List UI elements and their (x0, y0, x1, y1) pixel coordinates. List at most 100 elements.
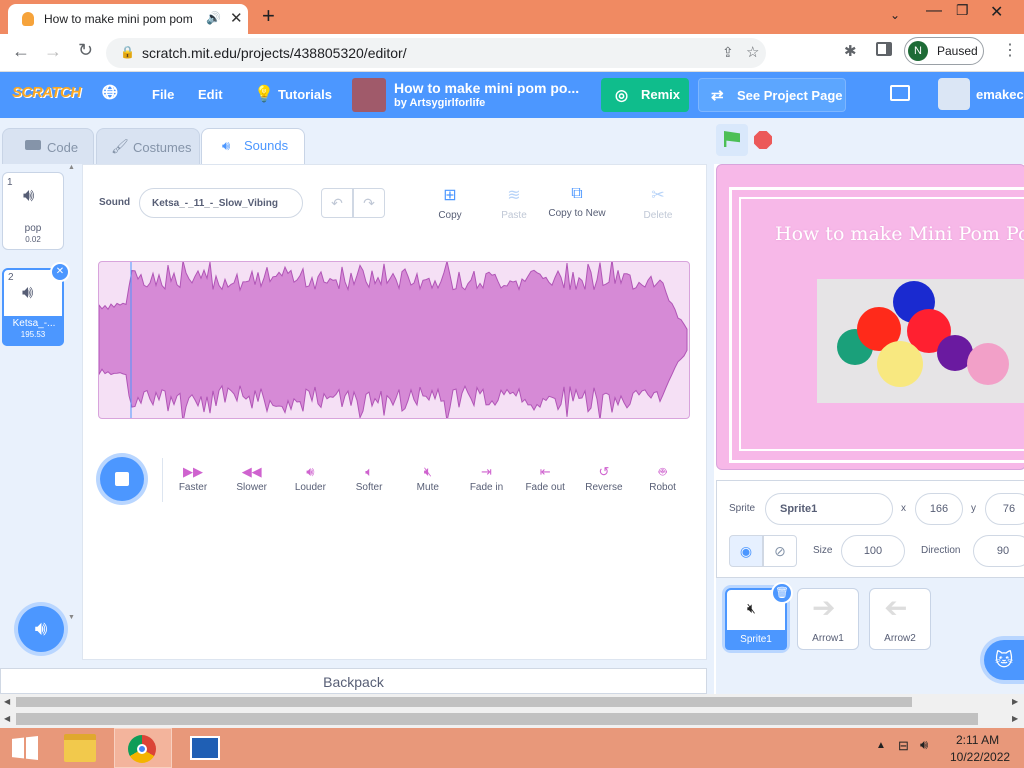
profile-button[interactable]: N Paused (904, 37, 984, 65)
tab-search-icon[interactable]: ⌄ (890, 8, 900, 22)
share-icon[interactable]: ⇪ (722, 44, 734, 61)
hide-button[interactable]: ⊘ (763, 535, 797, 567)
sprite-tile[interactable]: ➔ Arrow2 (869, 588, 931, 650)
sound-duration: 195.53 (20, 330, 46, 339)
show-button[interactable]: ◉ (729, 535, 763, 567)
chrome-icon-center (137, 744, 147, 754)
back-icon[interactable]: ← (12, 41, 30, 62)
maximize-icon[interactable]: ❐ (956, 2, 969, 19)
tab-costumes[interactable]: 🖌︎ Costumes (96, 128, 200, 164)
page-horizontal-scrollbar[interactable]: ◀ ▶ (0, 710, 1024, 728)
side-panel-icon[interactable] (876, 42, 892, 56)
waveform-display[interactable] (98, 261, 690, 419)
x-input[interactable]: 166 (915, 493, 963, 525)
file-explorer-icon[interactable] (64, 734, 96, 762)
project-title[interactable]: How to make mini pom po... (394, 80, 579, 96)
folder-icon[interactable] (890, 85, 910, 101)
remix-button[interactable]: ◎ Remix (601, 78, 689, 112)
copy-button[interactable]: ⊞ Copy (423, 185, 477, 225)
network-icon[interactable]: ⊟ (898, 738, 909, 754)
delete-sprite-icon[interactable]: 🗑︎ (771, 582, 793, 604)
redo-button[interactable]: ↷ (353, 188, 385, 218)
see-project-page-button[interactable]: ⇄ See Project Page (698, 78, 846, 112)
sprite-tile[interactable]: ➔ Arrow1 (797, 588, 859, 650)
windows-start-icon[interactable] (12, 736, 38, 760)
username[interactable]: emakece (976, 87, 1024, 102)
add-sprite-button[interactable]: 🐱︎ (984, 640, 1024, 680)
mail-icon[interactable] (190, 736, 220, 760)
undo-button[interactable]: ↶ (321, 188, 353, 218)
backpack-bar[interactable]: Backpack (0, 668, 707, 694)
sound-name-input[interactable]: Ketsa_-_11_-_Slow_Vibing (139, 188, 303, 218)
scratch-logo[interactable]: SCRATCH (12, 84, 81, 101)
bookmark-star-icon[interactable]: ☆ (746, 43, 759, 61)
browser-menu-icon[interactable]: ⋮ (1002, 40, 1018, 60)
faster-effect-button[interactable]: ▶▶ Faster (163, 462, 223, 493)
page-scroll-left-icon[interactable]: ◀ (4, 714, 10, 723)
speaker-icon: 🔊︎ (222, 138, 231, 153)
sprite-tile-selected[interactable]: 🔇︎ Sprite1 🗑︎ (725, 582, 793, 650)
pom-yellow (877, 341, 923, 387)
direction-input[interactable]: 90 (973, 535, 1024, 567)
delete-button[interactable]: ✂ Delete (631, 185, 685, 225)
tab-close-icon[interactable]: ✕ (230, 9, 243, 27)
green-flag-button[interactable] (716, 124, 748, 156)
softer-effect-button[interactable]: 🔈︎ Softer (339, 462, 399, 493)
scroll-left-icon[interactable]: ◀ (4, 697, 10, 706)
file-menu[interactable]: File (152, 87, 174, 102)
size-input[interactable]: 100 (841, 535, 905, 567)
sound-item-selected[interactable]: 2 🔊︎ Ketsa_-... 195.53 ✕ (2, 262, 70, 346)
list-scroll-up-icon[interactable]: ▲ (68, 164, 75, 171)
project-author[interactable]: by Artsygirlforlife (394, 97, 485, 109)
mute-effect-button[interactable]: 🔇︎ Mute (398, 462, 458, 493)
scroll-thumb[interactable] (16, 697, 912, 707)
sprite-name-input[interactable]: Sprite1 (765, 493, 893, 525)
page-scroll-thumb[interactable] (16, 713, 978, 725)
stop-button[interactable] (100, 457, 144, 501)
y-input[interactable]: 76 (985, 493, 1024, 525)
stage-canvas[interactable]: How to make Mini Pom Po (716, 164, 1024, 470)
sound-item[interactable]: 1 🔊︎ pop 0.02 (2, 172, 64, 250)
clock-time[interactable]: 2:11 AM (956, 733, 999, 747)
chrome-taskbar-button[interactable] (114, 728, 172, 768)
address-bar[interactable]: 🔒 scratch.mit.edu/projects/438805320/edi… (106, 38, 766, 68)
brush-icon: 🖌︎ (111, 138, 129, 154)
paste-button[interactable]: ≋ Paste (487, 185, 541, 225)
forward-icon[interactable]: → (44, 41, 62, 62)
list-scroll-down-icon[interactable]: ▼ (68, 614, 75, 621)
volume-icon[interactable]: 🔊︎ (920, 737, 928, 753)
delete-sound-icon[interactable]: ✕ (50, 262, 70, 282)
fade-out-effect-button[interactable]: ⇤ Fade out (515, 462, 575, 493)
size-label: Size (813, 545, 833, 556)
edit-menu[interactable]: Edit (198, 87, 223, 102)
browser-tab[interactable]: How to make mini pom pom 🔊 ✕ (8, 4, 248, 34)
copy-to-new-button[interactable]: ⧉ Copy to New (545, 185, 609, 225)
louder-effect-button[interactable]: 🔊︎ Louder (280, 462, 340, 493)
minimize-icon[interactable]: — (926, 2, 942, 20)
reverse-effect-button[interactable]: ↺ Reverse (574, 462, 634, 493)
robot-effect-button[interactable]: 🤖︎ Robot (633, 462, 693, 493)
clock-date[interactable]: 10/22/2022 (950, 750, 1010, 764)
tab-title: How to make mini pom pom (44, 12, 193, 26)
tab-code[interactable]: Code (2, 128, 94, 164)
tab-audio-icon[interactable]: 🔊 (206, 11, 221, 25)
scroll-right-icon[interactable]: ▶ (1012, 697, 1018, 706)
pom-pink (967, 343, 1009, 385)
stop-sign-button[interactable] (754, 131, 772, 149)
delete-label: Delete (643, 210, 673, 221)
close-window-icon[interactable]: ✕ (990, 2, 1003, 22)
new-tab-icon[interactable]: + (262, 3, 275, 29)
page-scroll-right-icon[interactable]: ▶ (1012, 714, 1018, 723)
globe-icon[interactable]: 🌐︎ (102, 82, 118, 105)
show-hidden-icons-icon[interactable]: ▲ (876, 740, 886, 751)
x-label: x (901, 503, 906, 514)
slower-effect-button[interactable]: ◀◀ Slower (222, 462, 282, 493)
horizontal-scrollbar[interactable]: ◀ ▶ (0, 694, 1024, 710)
tutorials-menu[interactable]: Tutorials (278, 87, 332, 102)
add-sound-button[interactable]: 🔊︎ (18, 606, 64, 652)
tab-sounds[interactable]: 🔊︎ Sounds (201, 128, 305, 164)
user-avatar[interactable] (938, 78, 970, 110)
extensions-icon[interactable]: ✱ (844, 42, 857, 60)
reload-icon[interactable]: ↻ (78, 40, 93, 61)
fade-in-effect-button[interactable]: ⇥ Fade in (457, 462, 517, 493)
